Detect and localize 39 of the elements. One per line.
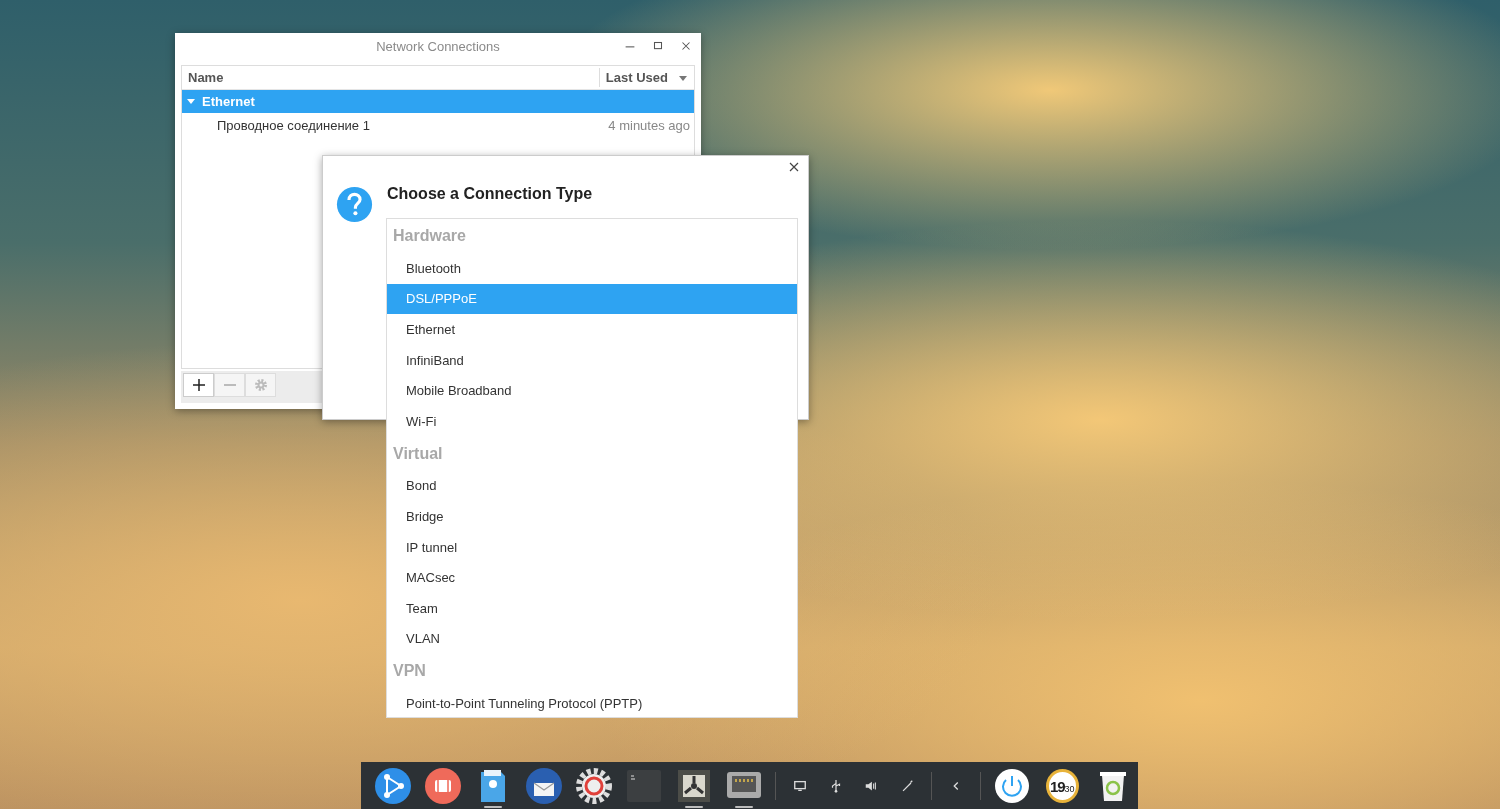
- list-item[interactable]: Point-to-Point Tunneling Protocol (PPTP): [387, 688, 797, 719]
- list-item[interactable]: Team: [387, 592, 797, 624]
- clock-hours: 19: [1049, 777, 1065, 795]
- list-item[interactable]: Bluetooth: [387, 253, 797, 284]
- column-header[interactable]: Name: [182, 70, 599, 85]
- section-heading: VPN: [392, 661, 427, 682]
- pen-icon[interactable]: [900, 778, 915, 793]
- minus-icon: [223, 384, 236, 386]
- window-title: Network Connections: [375, 38, 501, 54]
- list-item[interactable]: Wi-Fi: [387, 405, 797, 437]
- dialog-title: Choose a Connection Type: [387, 184, 593, 203]
- list-item[interactable]: Bond: [387, 470, 797, 502]
- gear-icon[interactable]: [573, 765, 614, 806]
- last-used-time: 4 minutes ago: [608, 117, 690, 133]
- settings-icon: [252, 377, 269, 393]
- list-item[interactable]: Mobile Broadband: [387, 375, 797, 406]
- list-item[interactable]: Bridge: [387, 501, 797, 532]
- film-icon[interactable]: [423, 765, 464, 806]
- clock-widget[interactable]: 1930: [1045, 768, 1079, 803]
- list-item[interactable]: MACsec: [387, 562, 797, 593]
- plus-icon: [190, 377, 207, 393]
- column-header[interactable]: Last Used: [598, 68, 694, 87]
- list-item[interactable]: InfiniBand: [387, 344, 797, 376]
- group-label: Ethernet: [202, 94, 255, 109]
- list-item[interactable]: Ethernet: [387, 314, 797, 345]
- clock-minutes: 30: [1064, 783, 1075, 794]
- question-icon: [336, 186, 373, 223]
- add-button[interactable]: [183, 373, 214, 397]
- share-icon[interactable]: [373, 765, 414, 806]
- column-label: Last Used: [605, 70, 668, 85]
- list-item[interactable]: IP tunnel: [387, 531, 797, 563]
- sort-caret-icon: [678, 73, 688, 82]
- monitor-icon[interactable]: [793, 778, 808, 793]
- connection-row[interactable]: Проводное соединение 1 4 minutes ago: [182, 113, 694, 137]
- list-item[interactable]: VLAN: [387, 623, 797, 655]
- connection-name: Проводное соединение 1: [217, 117, 371, 133]
- section-heading: Virtual: [392, 443, 444, 464]
- section-heading: Hardware: [392, 226, 467, 246]
- mail-icon[interactable]: [523, 765, 564, 806]
